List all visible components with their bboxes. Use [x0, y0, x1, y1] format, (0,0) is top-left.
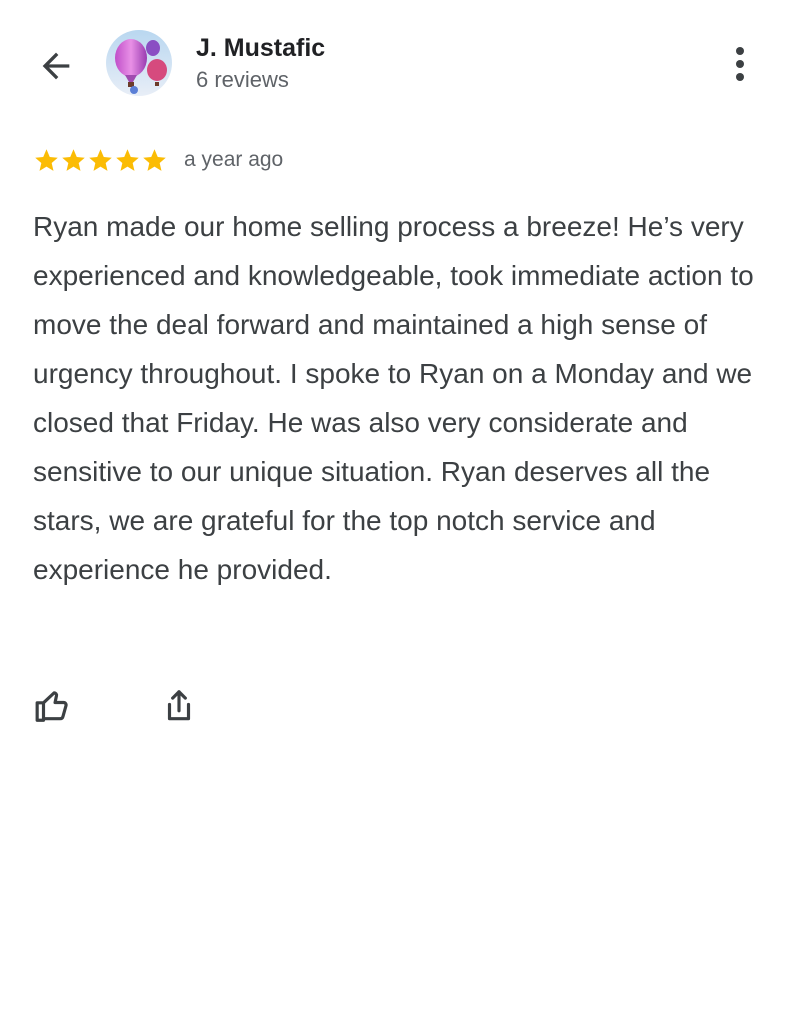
star-rating	[33, 147, 168, 174]
more-vertical-icon	[736, 47, 744, 81]
star-icon	[89, 148, 112, 171]
star-icon	[143, 148, 166, 171]
star-icon	[62, 148, 85, 171]
review-text: Ryan made our home selling process a bre…	[33, 211, 754, 585]
share-button[interactable]	[157, 684, 201, 728]
like-button[interactable]	[31, 684, 75, 728]
reviewer-name[interactable]: J. Mustafic	[196, 34, 325, 63]
review-timestamp: a year ago	[184, 148, 284, 171]
back-button[interactable]	[34, 44, 78, 88]
thumbs-up-icon	[35, 691, 68, 722]
review-detail-page: J. Mustafic 6 reviews a year ago Ryan ma…	[0, 0, 797, 1024]
arrow-left-icon	[42, 52, 70, 80]
review-actions	[33, 684, 201, 728]
share-icon	[167, 690, 191, 721]
star-icon	[116, 148, 139, 171]
rating-row: a year ago	[33, 144, 283, 176]
more-options-button[interactable]	[720, 40, 760, 88]
reviewer-review-count: 6 reviews	[196, 67, 289, 92]
review-header: J. Mustafic 6 reviews	[0, 0, 797, 130]
hot-air-balloon-avatar	[106, 30, 172, 96]
star-icon	[35, 148, 58, 171]
avatar[interactable]	[106, 30, 172, 96]
